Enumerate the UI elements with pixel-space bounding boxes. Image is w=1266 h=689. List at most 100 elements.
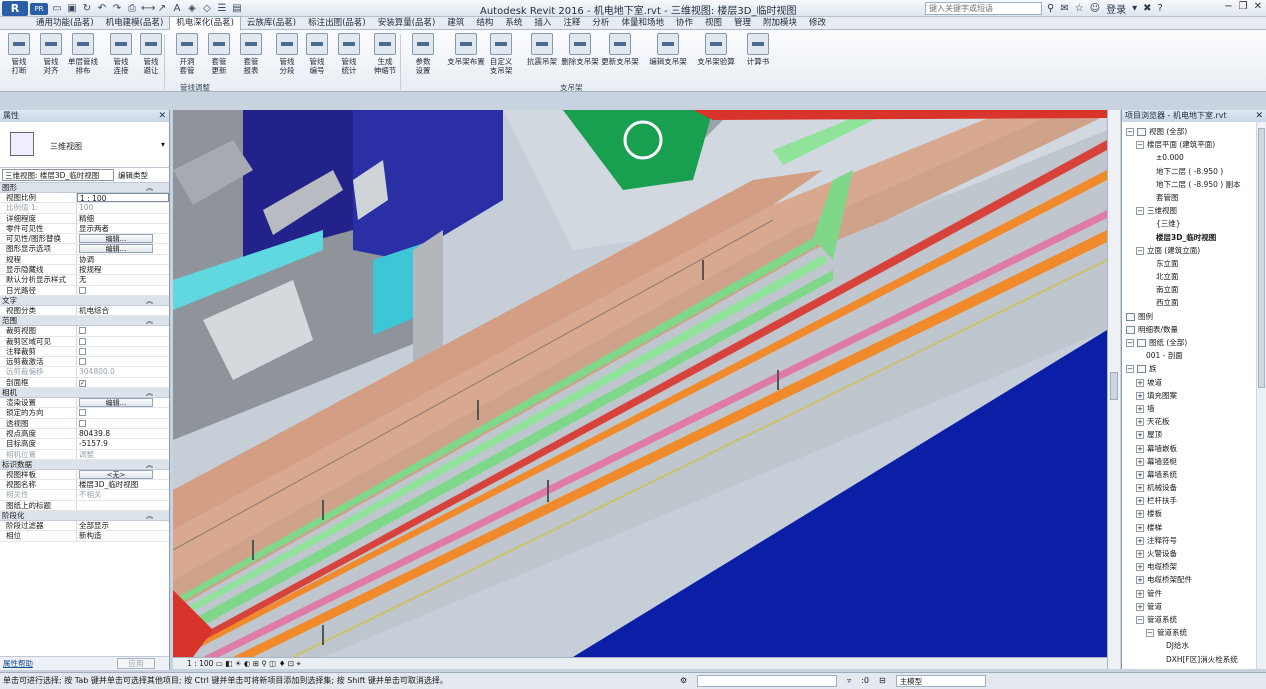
default-3d-view-icon[interactable]: ◈ bbox=[186, 3, 198, 15]
browser-tree-node[interactable]: − 图纸 (全部) bbox=[1122, 336, 1266, 349]
browser-tree-node[interactable]: 楼层3D_临时视图 bbox=[1122, 231, 1266, 244]
ribbon-button[interactable]: 支吊架验算 bbox=[696, 32, 736, 82]
redo-icon[interactable]: ↷ bbox=[111, 3, 123, 15]
ribbon-button[interactable]: 套管 报表 bbox=[236, 32, 266, 82]
browser-tree-node[interactable]: + 电缆桥架配件 bbox=[1122, 573, 1266, 586]
collapse-chevron-icon[interactable]: ︽ bbox=[146, 388, 153, 398]
worksets-icon[interactable]: ⚙ bbox=[680, 673, 687, 689]
property-checkbox[interactable] bbox=[79, 337, 86, 345]
property-value[interactable]: 按规程 bbox=[77, 265, 169, 274]
ribbon-tab[interactable]: 修改 bbox=[803, 17, 832, 30]
property-value[interactable]: 协调 bbox=[77, 255, 169, 264]
expand-icon[interactable]: + bbox=[1136, 391, 1144, 400]
thin-lines-icon[interactable]: ☰ bbox=[216, 3, 228, 15]
property-value[interactable]: 精细 bbox=[77, 214, 169, 223]
chevron-down-icon[interactable]: ▾ bbox=[161, 140, 165, 149]
collapse-chevron-icon[interactable]: ︽ bbox=[146, 511, 153, 521]
browser-tree-node[interactable]: + 墙 bbox=[1122, 402, 1266, 415]
property-edit-button[interactable]: <无> bbox=[79, 469, 153, 479]
expand-icon[interactable]: + bbox=[1136, 550, 1144, 558]
browser-tree-node[interactable]: + 管件 bbox=[1122, 587, 1266, 600]
property-group-header[interactable]: 范围 ︽ bbox=[0, 316, 169, 327]
browser-tree-node[interactable]: 南立面 bbox=[1122, 283, 1266, 296]
collapse-icon[interactable]: − bbox=[1126, 339, 1134, 347]
browser-tree-node[interactable]: + 注释符号 bbox=[1122, 534, 1266, 547]
browser-tree-node[interactable]: 地下二层 ( -8.950 ) bbox=[1122, 165, 1266, 178]
browser-tree-node[interactable]: DXH[F区]消火栓系统 bbox=[1122, 653, 1266, 666]
model-combo[interactable]: 主模型 bbox=[895, 675, 986, 687]
expand-icon[interactable]: + bbox=[1136, 497, 1144, 506]
ribbon-button[interactable]: 管线 避让 bbox=[136, 32, 166, 82]
browser-scrollbar[interactable] bbox=[1256, 122, 1266, 669]
browser-tree-node[interactable]: 西立面 bbox=[1122, 296, 1266, 309]
ribbon-button[interactable]: 抗震吊架 bbox=[522, 32, 562, 82]
ribbon-tab[interactable]: 机电深化(品茗) bbox=[169, 16, 241, 30]
property-value[interactable]: 新构造 bbox=[77, 531, 169, 540]
undo-icon[interactable]: ↶ bbox=[96, 3, 108, 15]
browser-tree-node[interactable]: + 屋顶 bbox=[1122, 428, 1266, 441]
collapse-chevron-icon[interactable]: ︽ bbox=[146, 460, 153, 470]
property-group-header[interactable]: 标识数据 ︽ bbox=[0, 459, 169, 470]
ribbon-tab[interactable]: 通用功能(品茗) bbox=[30, 17, 100, 30]
ribbon-button[interactable]: 更新支吊架 bbox=[600, 32, 640, 82]
ribbon-button[interactable]: 套管 更新 bbox=[204, 32, 234, 82]
property-edit-button[interactable]: 编辑... bbox=[79, 234, 153, 244]
ribbon-tab[interactable]: 系统 bbox=[499, 17, 528, 30]
property-value[interactable]: <无> bbox=[77, 469, 169, 479]
ribbon-button[interactable]: 参数 设置 bbox=[408, 32, 438, 82]
property-group-header[interactable]: 图形 ︽ bbox=[0, 183, 169, 193]
property-value[interactable]: 无 bbox=[77, 275, 169, 284]
subscription-icon[interactable]: ✉ bbox=[1060, 3, 1068, 14]
browser-tree-node[interactable]: − 管道系统 bbox=[1122, 626, 1266, 639]
browser-tree-node[interactable]: + 幕墙嵌板 bbox=[1122, 442, 1266, 455]
ribbon-button[interactable]: 管线 连接 bbox=[106, 32, 136, 82]
browser-tree-node[interactable]: 北立面 bbox=[1122, 270, 1266, 283]
browser-tree-node[interactable]: 001 - 剖面 bbox=[1122, 349, 1266, 362]
help-icon[interactable]: ? bbox=[1158, 3, 1163, 14]
browser-tree-node[interactable]: 明细表/数量 bbox=[1122, 323, 1266, 336]
expand-icon[interactable]: + bbox=[1136, 457, 1144, 466]
property-value[interactable]: 1 : 100 bbox=[77, 193, 169, 203]
expand-icon[interactable]: + bbox=[1136, 563, 1144, 572]
properties-help-link[interactable]: 属性帮助 bbox=[3, 657, 33, 670]
property-value[interactable]: 80439.8 bbox=[77, 429, 169, 438]
expand-icon[interactable]: + bbox=[1136, 484, 1144, 493]
ribbon-button[interactable]: 管线 打断 bbox=[4, 32, 34, 82]
collapse-chevron-icon[interactable]: ︽ bbox=[146, 316, 153, 326]
collapse-icon[interactable]: − bbox=[1126, 365, 1134, 374]
property-value[interactable]: 全部显示 bbox=[77, 521, 169, 530]
collapse-icon[interactable]: − bbox=[1126, 128, 1134, 136]
property-checkbox[interactable]: ✓ bbox=[79, 379, 86, 387]
dimension-icon[interactable]: ↗ bbox=[156, 3, 168, 15]
type-selector[interactable]: 三维视图 ▾ bbox=[0, 122, 169, 168]
ribbon-button[interactable]: 计算书 bbox=[738, 32, 778, 82]
property-value[interactable] bbox=[77, 357, 169, 366]
ribbon-button[interactable]: 管线 统计 bbox=[334, 32, 364, 82]
section-icon[interactable]: ◇ bbox=[201, 3, 213, 15]
property-value[interactable]: 编辑... bbox=[77, 244, 169, 254]
close-button[interactable]: ✕ bbox=[1254, 1, 1262, 12]
ribbon-tab[interactable]: 安装算量(品茗) bbox=[372, 17, 442, 30]
help-search-input[interactable] bbox=[925, 2, 1042, 15]
ribbon-tab[interactable]: 机电建模(品茗) bbox=[100, 17, 170, 30]
property-value[interactable]: 机电综合 bbox=[77, 306, 169, 315]
binoculars-icon[interactable]: ⚲ bbox=[1047, 3, 1054, 14]
property-value[interactable]: 编辑... bbox=[77, 398, 169, 408]
property-edit-button[interactable]: 编辑... bbox=[79, 398, 153, 408]
browser-scroll-thumb[interactable] bbox=[1258, 128, 1265, 388]
browser-tree-node[interactable]: + 楼梯 bbox=[1122, 521, 1266, 534]
collapse-chevron-icon[interactable]: ︽ bbox=[146, 296, 153, 306]
property-checkbox[interactable] bbox=[79, 286, 86, 294]
browser-tree-node[interactable]: + 栏杆扶手 bbox=[1122, 494, 1266, 507]
ribbon-tab[interactable]: 管理 bbox=[728, 17, 757, 30]
browser-tree-node[interactable]: + 填充图案 bbox=[1122, 389, 1266, 402]
browser-tree-node[interactable]: + 火警设备 bbox=[1122, 547, 1266, 560]
browser-tree-node[interactable]: + 天花板 bbox=[1122, 415, 1266, 428]
ribbon-tab[interactable]: 协作 bbox=[670, 17, 699, 30]
close-icon[interactable]: ✕ bbox=[158, 110, 166, 122]
browser-tree-node[interactable]: 东立面 bbox=[1122, 257, 1266, 270]
ribbon-button[interactable]: 开洞 套管 bbox=[172, 32, 202, 82]
signin-button[interactable]: 登录 bbox=[1106, 1, 1126, 16]
ribbon-button[interactable]: 删除支吊架 bbox=[560, 32, 600, 82]
browser-tree-node[interactable]: + 电缆桥架 bbox=[1122, 560, 1266, 573]
